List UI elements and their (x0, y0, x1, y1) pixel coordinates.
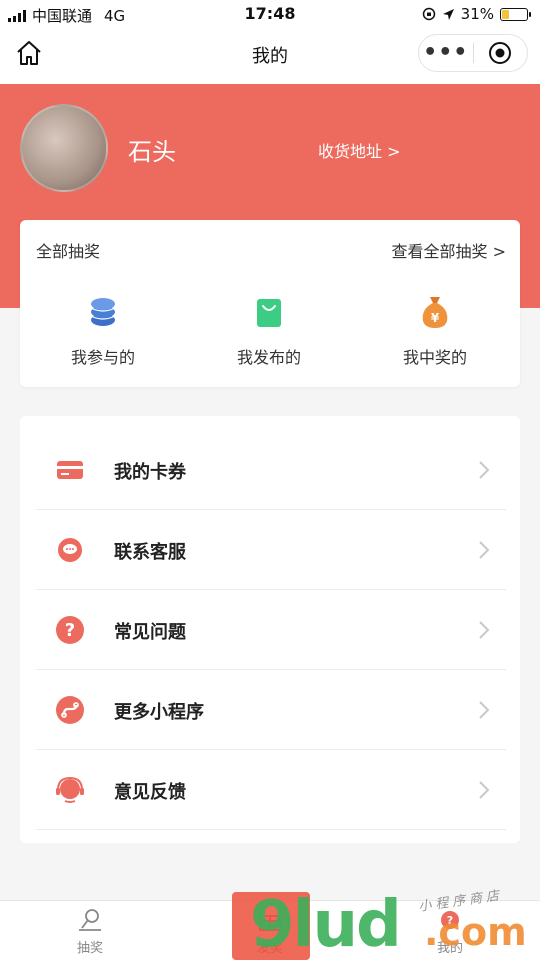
gift-icon (259, 915, 281, 931)
lottery-item-label: 我中奖的 (402, 348, 467, 367)
svg-text:?: ? (447, 914, 453, 927)
tab-bar: 抽奖 发奖 ? 我的 (0, 900, 540, 960)
status-right: 31% (422, 5, 531, 23)
battery-percent: 31% (460, 5, 494, 23)
svg-text:?: ? (65, 620, 75, 641)
chat-bubble-icon (58, 538, 82, 562)
chevron-right-icon (479, 621, 490, 639)
tab-lottery[interactable]: 抽奖 (0, 907, 180, 956)
menu-item-label: 更多小程序 (114, 702, 204, 723)
mini-program-icon (56, 696, 84, 724)
chevron-right-icon (479, 541, 490, 559)
status-bar: 中国联通 4G 17:48 31% (0, 0, 540, 28)
menu-item-coupons[interactable]: 我的卡券 (36, 430, 506, 510)
address-link[interactable]: 收货地址 > (318, 138, 401, 162)
question-icon: ? (56, 616, 84, 644)
lottery-item-label: 我发布的 (236, 348, 301, 367)
menu-item-label: 意见反馈 (114, 782, 186, 803)
more-button[interactable]: ••• (419, 42, 473, 64)
lottery-item-participated[interactable]: 我参与的 (20, 294, 186, 368)
coin-stack-icon (90, 298, 116, 326)
lottery-item-published[interactable]: 我发布的 (186, 294, 352, 368)
username: 石头 (128, 138, 176, 166)
tab-label: 发奖 (256, 941, 283, 956)
tab-give-prize[interactable]: 发奖 (180, 907, 360, 956)
avatar[interactable] (20, 104, 108, 192)
menu-item-customer-service[interactable]: 联系客服 (36, 510, 506, 590)
menu-item-feedback[interactable]: 意见反馈 (36, 750, 506, 830)
location-arrow-icon (442, 8, 454, 20)
shopping-bag-icon (257, 299, 281, 327)
menu-item-label: 常见问题 (114, 622, 186, 643)
lottery-item-won[interactable]: ¥ 我中奖的 (352, 294, 518, 368)
view-all-lottery-link[interactable]: 查看全部抽奖 > (392, 238, 507, 262)
menu-item-label: 联系客服 (114, 542, 186, 563)
money-bag-icon: ¥ (422, 297, 448, 328)
tab-mine[interactable]: ? 我的 (360, 907, 540, 956)
lottery-icon (79, 909, 101, 931)
mini-program-capsule: ••• (418, 34, 528, 72)
lottery-title: 全部抽奖 (36, 242, 101, 261)
tab-label: 抽奖 (76, 941, 103, 956)
menu-card: 我的卡券 联系客服 ? 常见问题 更多小程序 意见反馈 (20, 416, 520, 843)
orientation-lock-icon (422, 7, 435, 21)
menu-item-faq[interactable]: ? 常见问题 (36, 590, 506, 670)
target-icon (489, 42, 512, 64)
lottery-card: 全部抽奖 查看全部抽奖 > 我参与的 我发布的 ¥ 我中奖的 (20, 220, 520, 387)
chevron-right-icon (479, 461, 490, 479)
tab-label: 我的 (436, 941, 463, 956)
battery-icon (500, 7, 531, 21)
menu-item-label: 我的卡券 (114, 462, 186, 483)
menu-item-more-mini-programs[interactable]: 更多小程序 (36, 670, 506, 750)
svg-text:¥: ¥ (431, 311, 440, 325)
close-button[interactable] (473, 41, 527, 65)
chevron-right-icon (479, 701, 490, 719)
navigation-bar: 我的 ••• (0, 28, 540, 84)
lottery-item-label: 我参与的 (70, 348, 135, 367)
headset-icon (56, 776, 84, 803)
card-icon (57, 461, 83, 479)
chevron-right-icon (479, 781, 490, 799)
user-icon: ? (441, 911, 459, 929)
